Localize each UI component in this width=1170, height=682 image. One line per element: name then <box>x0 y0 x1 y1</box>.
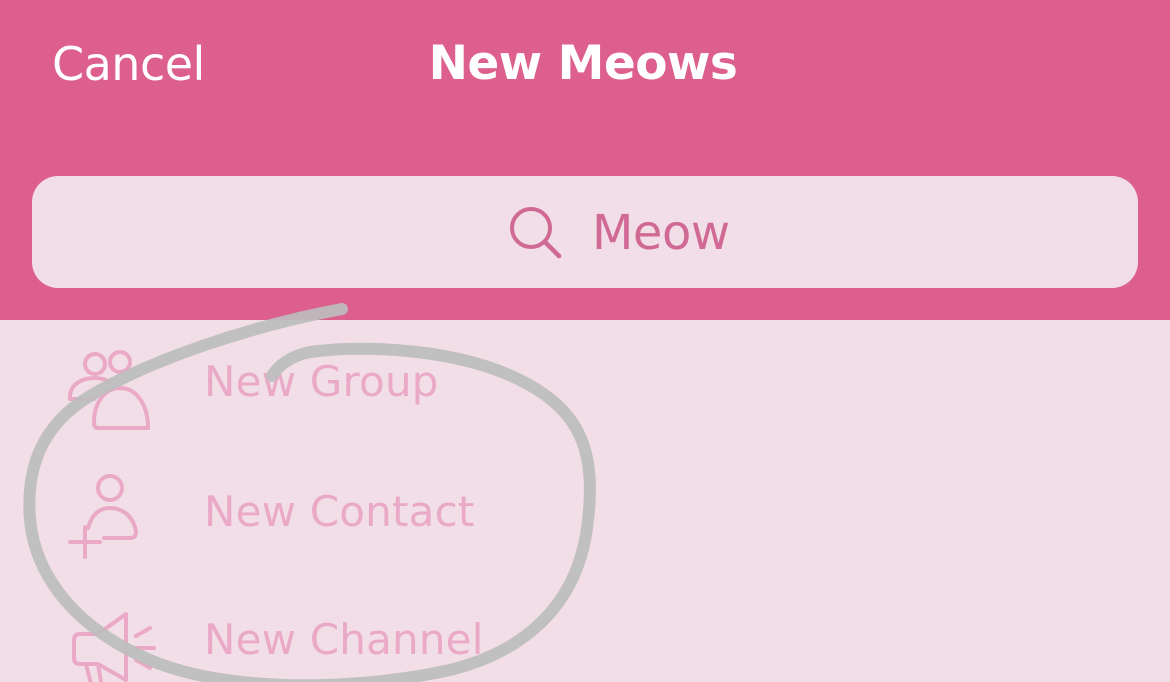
header-bar: Cancel New Meows Meow <box>0 0 1170 320</box>
menu-item-new-group[interactable]: New Group <box>0 320 1170 444</box>
search-icon <box>510 207 562 259</box>
menu-label-new-group: New Group <box>204 357 439 406</box>
megaphone-icon <box>72 612 156 682</box>
group-icon <box>68 350 150 430</box>
menu-item-new-contact[interactable]: New Contact <box>0 450 1170 574</box>
menu-item-new-channel[interactable]: New Channel <box>0 578 1170 682</box>
search-input[interactable]: Meow <box>32 176 1138 288</box>
menu-label-new-contact: New Contact <box>204 487 475 536</box>
search-placeholder: Meow <box>592 205 730 261</box>
add-contact-icon <box>68 474 138 559</box>
page-title: New Meows <box>428 36 738 91</box>
new-items-menu: New Group New Contact New Channel <box>0 320 1170 682</box>
menu-label-new-channel: New Channel <box>204 615 484 664</box>
new-meows-screen: Cancel New Meows Meow New Group New Cont… <box>0 0 1170 682</box>
